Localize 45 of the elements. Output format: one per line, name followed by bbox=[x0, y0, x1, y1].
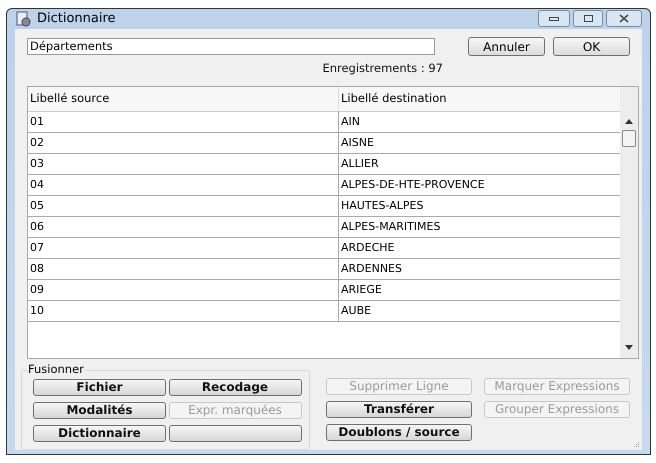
window-title: Dictionnaire bbox=[37, 10, 116, 28]
maximize-button[interactable] bbox=[573, 10, 603, 28]
button[interactable]: Doublons / source bbox=[326, 424, 472, 441]
button[interactable]: Fichier bbox=[33, 378, 166, 396]
name-field[interactable]: Départements bbox=[27, 38, 435, 54]
table-cell-text: ARDENNES bbox=[340, 260, 403, 276]
table-cell: 03 bbox=[28, 154, 339, 174]
resize-grip-icon[interactable] bbox=[632, 440, 640, 448]
table-cell: 08 bbox=[28, 258, 339, 279]
table-cell-text: ALPES-MARITIMES bbox=[340, 218, 442, 234]
table-cell-text: AIN bbox=[340, 114, 361, 130]
button[interactable]: Transférer bbox=[326, 400, 472, 418]
button[interactable]: Recodage bbox=[168, 378, 302, 396]
table-cell-text: ALLIER bbox=[340, 156, 380, 172]
table-cell: 10 bbox=[28, 300, 339, 321]
blank-button[interactable] bbox=[168, 424, 302, 442]
scroll-thumb[interactable] bbox=[622, 130, 636, 147]
table-cell: 01 bbox=[28, 112, 339, 132]
minimize-button[interactable] bbox=[538, 10, 570, 28]
button[interactable]: Annuler bbox=[468, 36, 545, 56]
table-cell: 09 bbox=[28, 280, 339, 300]
table-cell-text: AISNE bbox=[340, 134, 375, 150]
dictionary-icon bbox=[15, 10, 31, 27]
table-cell: 04 bbox=[28, 174, 339, 195]
table-cell: 06 bbox=[28, 216, 339, 237]
close-icon bbox=[619, 14, 629, 24]
button[interactable]: OK bbox=[553, 36, 630, 56]
table-cell-text: HAUTES-ALPES bbox=[340, 198, 424, 214]
scroll-down-icon[interactable] bbox=[625, 344, 633, 350]
record-count: Enregistrements : 97 bbox=[322, 60, 443, 76]
table-cell: 02 bbox=[28, 132, 339, 153]
button[interactable]: Dictionnaire bbox=[33, 424, 166, 442]
column-header[interactable]: Libellé source bbox=[28, 86, 339, 111]
column-header[interactable]: Libellé destination bbox=[339, 86, 620, 111]
table-cell: 05 bbox=[28, 196, 339, 216]
scrollbar[interactable] bbox=[620, 86, 638, 358]
table-cell: 07 bbox=[28, 238, 339, 258]
scroll-up-icon[interactable] bbox=[625, 118, 633, 124]
button[interactable]: Modalités bbox=[33, 402, 166, 419]
table-cell-text: AUBE bbox=[340, 302, 372, 318]
table-cell-text: ARDECHE bbox=[340, 240, 396, 256]
group-title: Fusionner bbox=[27, 362, 85, 376]
table-cell-text: ARIEGE bbox=[340, 282, 383, 298]
close-button[interactable] bbox=[606, 10, 642, 28]
table-cell-text: ALPES-DE-HTE-PROVENCE bbox=[340, 176, 486, 192]
